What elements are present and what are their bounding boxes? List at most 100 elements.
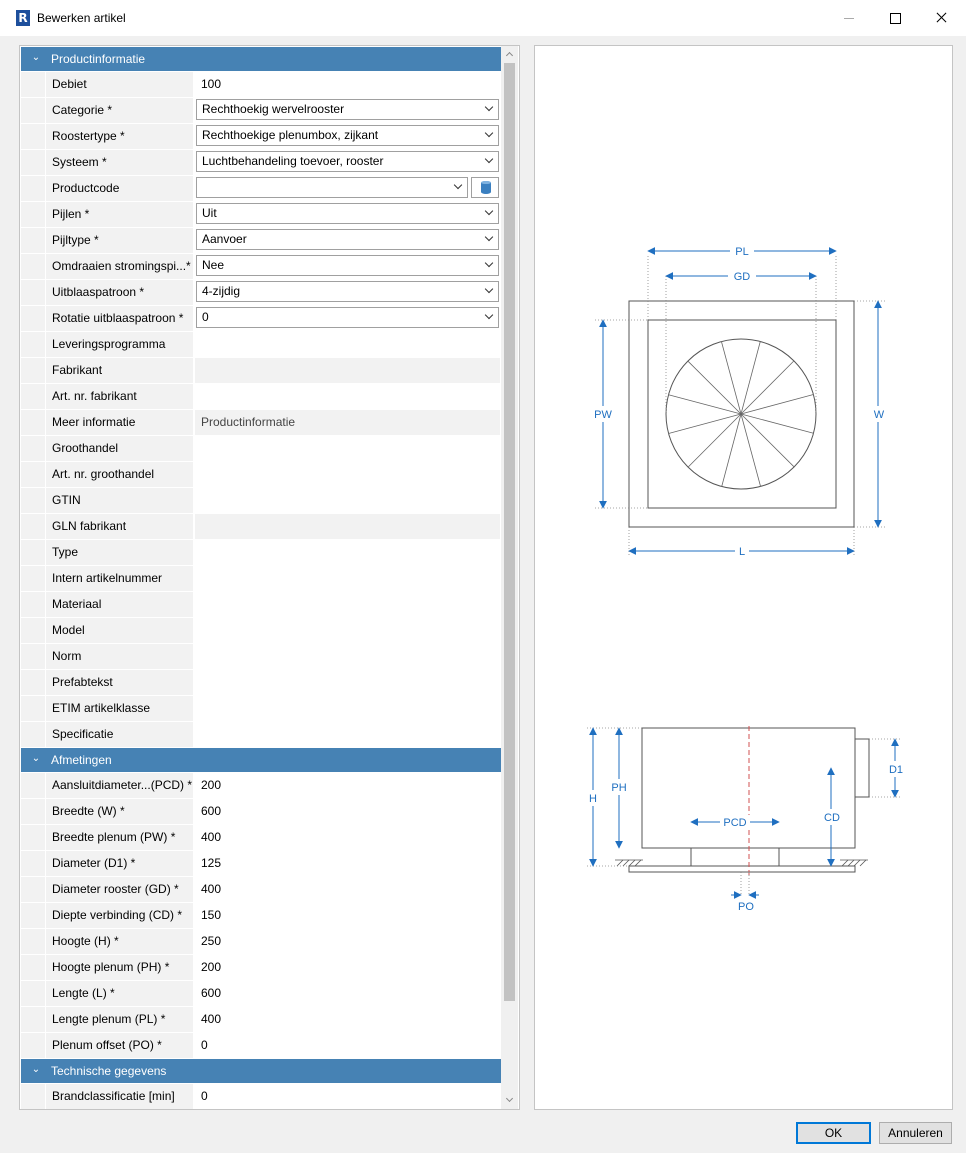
type-field[interactable]: [195, 540, 500, 565]
gtin-field[interactable]: [195, 488, 500, 513]
row-brandclassificatie: Brandclassificatie [min] 0: [21, 1084, 501, 1109]
chevron-down-icon[interactable]: [484, 208, 494, 218]
systeem-select[interactable]: Luchtbehandeling toevoer, rooster: [196, 151, 499, 172]
uitblaaspatroon-select[interactable]: 4-zijdig: [196, 281, 499, 302]
materiaal-field[interactable]: [195, 592, 500, 617]
chevron-down-icon[interactable]: ⌄: [29, 51, 43, 65]
groothandel-field[interactable]: [195, 436, 500, 461]
intern-artikelnummer-field[interactable]: [195, 566, 500, 591]
row-gtin: GTIN: [21, 488, 501, 513]
scroll-up-icon[interactable]: [501, 46, 518, 63]
chevron-down-icon[interactable]: [484, 104, 494, 114]
property-label: Fabrikant: [46, 358, 193, 383]
database-button[interactable]: [471, 177, 499, 198]
select-value: Rechthoekige plenumbox, zijkant: [202, 128, 379, 142]
diameter-rooster-field[interactable]: 400: [195, 877, 500, 902]
chevron-down-icon[interactable]: ⌄: [29, 752, 43, 766]
property-label: Roostertype *: [46, 124, 193, 149]
categorie-select[interactable]: Rechthoekig wervelrooster: [196, 99, 499, 120]
model-field[interactable]: [195, 618, 500, 643]
property-label: Norm: [46, 644, 193, 669]
side-dimensions: [589, 727, 899, 899]
norm-field[interactable]: [195, 644, 500, 669]
maximize-icon[interactable]: [872, 4, 918, 32]
pcd-field[interactable]: 200: [195, 773, 500, 798]
ok-button[interactable]: OK: [796, 1122, 871, 1144]
pl-label: PL: [735, 246, 748, 258]
lengte-field[interactable]: 600: [195, 981, 500, 1006]
chevron-down-icon[interactable]: [453, 182, 463, 192]
property-label: Plenum offset (PO) *: [46, 1033, 193, 1058]
grille-spoke: [721, 341, 742, 415]
specificatie-field[interactable]: [195, 722, 500, 747]
meer-informatie-field: Productinformatie: [195, 410, 500, 435]
row-gln-fabrikant: GLN fabrikant: [21, 514, 501, 539]
close-icon[interactable]: [918, 4, 964, 32]
cancel-button[interactable]: Annuleren: [879, 1122, 952, 1144]
row-art-nr-fabrikant: Art. nr. fabrikant: [21, 384, 501, 409]
section-technische-gegevens[interactable]: ⌄ Technische gegevens: [21, 1059, 501, 1083]
row-omdraaien: Omdraaien stromingspi...* Nee: [21, 254, 501, 279]
vertical-scrollbar[interactable]: [501, 46, 518, 1109]
breedte-field[interactable]: 600: [195, 799, 500, 824]
l-label: L: [739, 546, 745, 558]
productcode-select[interactable]: [196, 177, 468, 198]
grille-spoke: [740, 413, 814, 434]
row-roostertype: Roostertype * Rechthoekige plenumbox, zi…: [21, 124, 501, 149]
minimize-icon[interactable]: [826, 4, 872, 32]
scroll-down-icon[interactable]: [501, 1092, 518, 1109]
plenum-offset-field[interactable]: 0: [195, 1033, 500, 1058]
section-productinformatie[interactable]: ⌄ Productinformatie: [21, 47, 501, 71]
pw-label: PW: [594, 409, 612, 421]
roostertype-select[interactable]: Rechthoekige plenumbox, zijkant: [196, 125, 499, 146]
section-afmetingen[interactable]: ⌄ Afmetingen: [21, 748, 501, 772]
omdraaien-select[interactable]: Nee: [196, 255, 499, 276]
ph-label: PH: [611, 782, 626, 794]
chevron-down-icon[interactable]: ⌄: [29, 1063, 43, 1077]
rotatie-select[interactable]: 0: [196, 307, 499, 328]
chevron-down-icon[interactable]: [484, 286, 494, 296]
pijltype-select[interactable]: Aanvoer: [196, 229, 499, 250]
section-label: Technische gegevens: [51, 1064, 167, 1078]
scroll-thumb[interactable]: [504, 63, 515, 1001]
diepte-verbinding-field[interactable]: 150: [195, 903, 500, 928]
property-label: Prefabtekst: [46, 670, 193, 695]
breedte-plenum-field[interactable]: 400: [195, 825, 500, 850]
chevron-down-icon[interactable]: [484, 312, 494, 322]
side-extension-lines: [587, 727, 900, 896]
section-label: Productinformatie: [51, 52, 146, 66]
row-breedte: Breedte (W) * 600: [21, 799, 501, 824]
chevron-down-icon[interactable]: [484, 234, 494, 244]
property-label: Pijlen *: [46, 202, 193, 227]
property-label: GTIN: [46, 488, 193, 513]
art-nr-fabrikant-field[interactable]: [195, 384, 500, 409]
debiet-field[interactable]: 100: [195, 72, 500, 97]
diameter-field[interactable]: 125: [195, 851, 500, 876]
row-uitblaaspatroon: Uitblaaspatroon * 4-zijdig: [21, 280, 501, 305]
gd-label: GD: [734, 271, 751, 283]
hoogte-plenum-field[interactable]: 200: [195, 955, 500, 980]
chevron-down-icon[interactable]: [484, 156, 494, 166]
property-label: Aansluitdiameter...(PCD) *: [46, 773, 193, 798]
chevron-down-icon[interactable]: [484, 260, 494, 270]
leveringsprogramma-field[interactable]: [195, 332, 500, 357]
lengte-plenum-field[interactable]: 400: [195, 1007, 500, 1032]
pijlen-select[interactable]: Uit: [196, 203, 499, 224]
grille-spoke: [687, 413, 742, 468]
grille-spoke: [721, 413, 742, 487]
prefabtekst-field[interactable]: [195, 670, 500, 695]
row-intern-artikelnummer: Intern artikelnummer: [21, 566, 501, 591]
grille-spokes: [668, 341, 814, 487]
chevron-down-icon[interactable]: [484, 130, 494, 140]
row-rotatie: Rotatie uitblaaspatroon * 0: [21, 306, 501, 331]
hoogte-field[interactable]: 250: [195, 929, 500, 954]
grille-frame: [628, 865, 856, 873]
row-prefabtekst: Prefabtekst: [21, 670, 501, 695]
row-productcode: Productcode: [21, 176, 501, 201]
brandclassificatie-field[interactable]: 0: [195, 1084, 500, 1109]
etim-field[interactable]: [195, 696, 500, 721]
art-nr-groothandel-field[interactable]: [195, 462, 500, 487]
property-label: ETIM artikelklasse: [46, 696, 193, 721]
property-grid: ⌄ Productinformatie Debiet 100 Categorie…: [19, 45, 520, 1110]
row-debiet: Debiet 100: [21, 72, 501, 97]
